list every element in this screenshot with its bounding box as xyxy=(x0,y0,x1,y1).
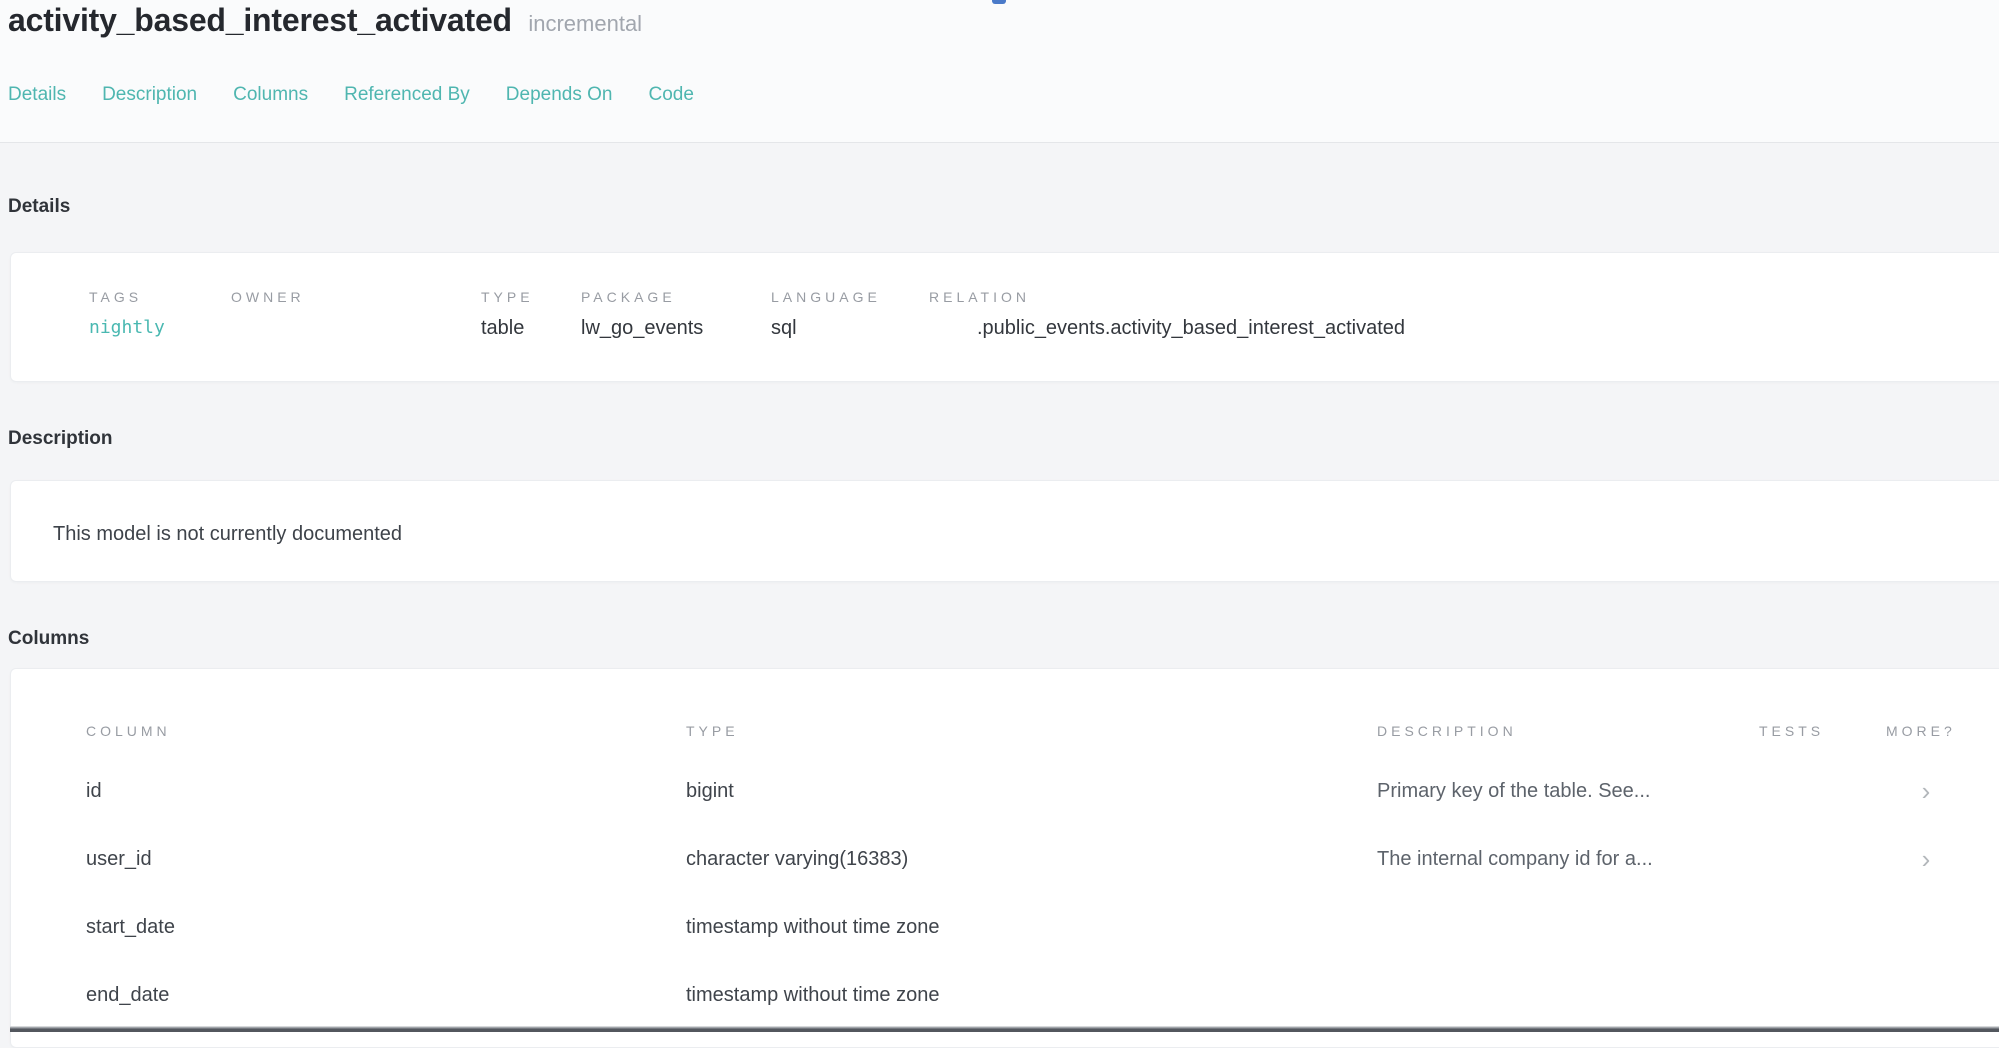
type-label: TYPE xyxy=(481,289,581,305)
details-card: TAGS nightly OWNER TYPE table PACKAGE lw… xyxy=(10,252,1999,382)
page-header: activity_based_interest_activated increm… xyxy=(0,0,1999,143)
tab-depends-on[interactable]: Depends On xyxy=(506,84,613,106)
column-name: user_id xyxy=(86,848,686,871)
header-column: COLUMN xyxy=(86,723,686,739)
column-type: bigint xyxy=(686,780,1377,803)
tag-link-nightly[interactable]: nightly xyxy=(89,317,231,338)
tab-columns[interactable]: Columns xyxy=(233,84,308,106)
model-type-badge: incremental xyxy=(528,11,642,36)
description-section-heading: Description xyxy=(8,428,113,450)
chevron-right-icon[interactable]: › xyxy=(1886,849,1996,869)
package-value: lw_go_events xyxy=(581,317,771,340)
column-row-id[interactable]: id bigint Primary key of the table. See.… xyxy=(11,757,1999,825)
column-row-start-date[interactable]: start_date timestamp without time zone xyxy=(11,893,1999,961)
language-label: LANGUAGE xyxy=(771,289,929,305)
clipped-link-fragment xyxy=(992,0,1006,4)
header-tests: TESTS xyxy=(1759,723,1886,739)
relation-value: .public_events.activity_based_interest_a… xyxy=(929,317,1999,340)
owner-label: OWNER xyxy=(231,289,481,305)
column-description: The internal company id for a... xyxy=(1377,848,1759,871)
header-more: MORE? xyxy=(1886,723,1996,739)
detail-field-type: TYPE table xyxy=(481,289,581,381)
chevron-right-icon[interactable]: › xyxy=(1886,781,1996,801)
column-row-end-date[interactable]: end_date timestamp without time zone xyxy=(11,961,1999,1029)
column-type: timestamp without time zone xyxy=(686,984,1377,1007)
detail-field-owner: OWNER xyxy=(231,289,481,381)
tags-label: TAGS xyxy=(89,289,231,305)
detail-field-package: PACKAGE lw_go_events xyxy=(581,289,771,381)
columns-card: COLUMN TYPE DESCRIPTION TESTS MORE? id b… xyxy=(10,668,1999,1048)
columns-section-heading: Columns xyxy=(8,628,89,650)
anchor-tabs: Details Description Columns Referenced B… xyxy=(8,84,694,106)
tab-code[interactable]: Code xyxy=(648,84,693,106)
detail-field-relation: RELATION .public_events.activity_based_i… xyxy=(929,289,1999,381)
description-text: This model is not currently documented xyxy=(53,523,1999,546)
column-description: Primary key of the table. See... xyxy=(1377,780,1759,803)
header-description: DESCRIPTION xyxy=(1377,723,1759,739)
tab-referenced-by[interactable]: Referenced By xyxy=(344,84,470,106)
tab-details[interactable]: Details xyxy=(8,84,66,106)
horizontal-scrollbar[interactable] xyxy=(10,1026,1999,1032)
type-value: table xyxy=(481,317,581,340)
detail-field-tags: TAGS nightly xyxy=(89,289,231,381)
column-type: timestamp without time zone xyxy=(686,916,1377,939)
details-section-heading: Details xyxy=(8,196,70,218)
column-name: end_date xyxy=(86,984,686,1007)
column-name: id xyxy=(86,780,686,803)
description-card: This model is not currently documented xyxy=(10,480,1999,582)
column-name: start_date xyxy=(86,916,686,939)
title-row: activity_based_interest_activated increm… xyxy=(8,2,642,39)
language-value: sql xyxy=(771,317,929,340)
page-title: activity_based_interest_activated xyxy=(8,2,512,38)
detail-field-language: LANGUAGE sql xyxy=(771,289,929,381)
package-label: PACKAGE xyxy=(581,289,771,305)
header-type: TYPE xyxy=(686,723,1377,739)
column-type: character varying(16383) xyxy=(686,848,1377,871)
tab-description[interactable]: Description xyxy=(102,84,197,106)
column-row-user-id[interactable]: user_id character varying(16383) The int… xyxy=(11,825,1999,893)
columns-table-header: COLUMN TYPE DESCRIPTION TESTS MORE? xyxy=(11,719,1999,743)
relation-label: RELATION xyxy=(929,289,1999,305)
